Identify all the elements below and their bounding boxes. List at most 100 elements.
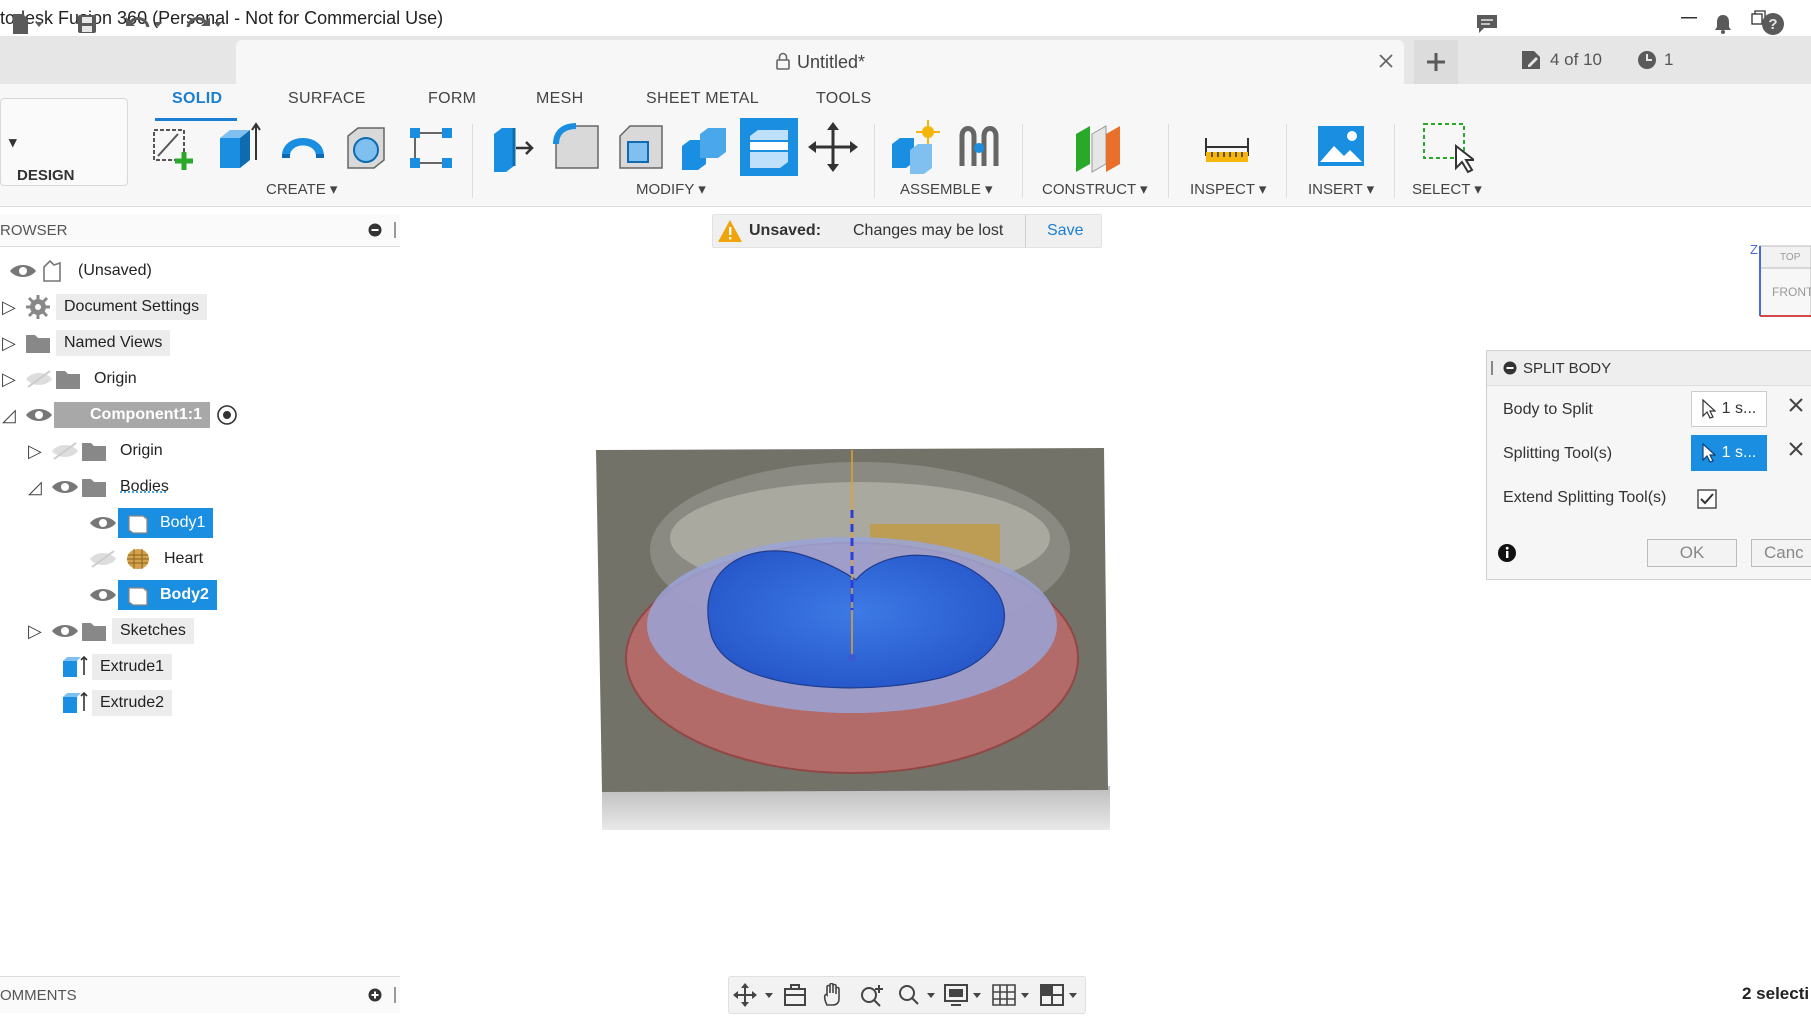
undo-button[interactable] (122, 10, 166, 38)
info-icon[interactable] (1497, 543, 1517, 563)
comments-toggle-button[interactable] (1472, 10, 1502, 38)
tab-mesh[interactable]: MESH (536, 90, 583, 108)
revolve-icon[interactable] (276, 120, 330, 174)
joint-icon[interactable] (952, 120, 1006, 174)
fit-icon[interactable] (897, 983, 937, 1007)
insert-image-icon[interactable] (1314, 120, 1368, 174)
close-tab-button[interactable] (1378, 48, 1394, 76)
eye-icon[interactable] (88, 513, 118, 533)
save-button[interactable] (72, 10, 102, 38)
fillet-icon[interactable] (550, 120, 604, 174)
create-group-menu[interactable]: CREATE ▾ (266, 180, 337, 198)
split-body-icon[interactable] (740, 118, 798, 176)
extrude-icon[interactable] (212, 120, 266, 174)
browser-node-body1[interactable]: Body1 (88, 508, 213, 538)
browser-node-sketches[interactable]: ▷ Sketches (28, 616, 194, 646)
browser-node-component-origin[interactable]: ▷ Origin (28, 436, 171, 466)
file-menu-button[interactable] (6, 10, 50, 38)
expand-icon[interactable]: ▷ (2, 333, 24, 354)
shell-icon[interactable] (340, 120, 394, 174)
offset-plane-icon[interactable] (1070, 120, 1124, 174)
zoom-icon[interactable] (859, 983, 885, 1007)
notifications-button[interactable] (1708, 10, 1738, 38)
eye-hidden-icon[interactable] (50, 441, 80, 461)
panel-resize-handle[interactable] (394, 987, 396, 1003)
extend-splitting-tools-checkbox[interactable] (1697, 489, 1717, 509)
view-cube[interactable]: Z TOP FRONT (1750, 240, 1811, 320)
viewcube-front-label[interactable]: FRONT (1772, 285, 1811, 299)
eye-icon[interactable] (50, 621, 80, 641)
clear-tool-selection-button[interactable] (1789, 439, 1803, 462)
browser-node-body2[interactable]: Body2 (88, 580, 217, 610)
tab-sheet-metal[interactable]: SHEET METAL (646, 90, 759, 108)
press-pull-icon[interactable] (486, 120, 540, 174)
version-indicator[interactable]: 4 of 10 (1520, 46, 1602, 74)
expand-icon[interactable]: ▷ (28, 621, 50, 642)
pan-icon[interactable] (821, 983, 847, 1007)
eye-hidden-icon[interactable] (24, 369, 54, 389)
browser-node-document-settings[interactable]: ▷ Document Settings (2, 292, 207, 322)
eye-icon[interactable] (24, 405, 54, 425)
new-tab-button[interactable] (1414, 40, 1458, 84)
collapse-icon[interactable]: ◿ (2, 405, 24, 426)
viewports-icon[interactable] (1039, 983, 1079, 1007)
browser-node-origin[interactable]: ▷ Origin (2, 364, 145, 394)
collapse-icon[interactable]: ◿ (28, 477, 50, 498)
collapse-panel-icon[interactable] (368, 223, 382, 237)
dialog-drag-handle[interactable] (1491, 361, 1493, 375)
select-group-menu[interactable]: SELECT ▾ (1412, 180, 1482, 198)
create-sketch-icon[interactable] (148, 120, 202, 174)
select-icon[interactable] (1420, 120, 1474, 174)
splitting-tools-selector[interactable]: 1 s... (1691, 435, 1767, 471)
tab-form[interactable]: FORM (428, 90, 476, 108)
inspect-group-menu[interactable]: INSPECT ▾ (1190, 180, 1266, 198)
dialog-collapse-icon[interactable] (1503, 361, 1517, 375)
browser-node-bodies[interactable]: ◿ Bodies (28, 472, 177, 502)
timeline-item-extrude2[interactable]: Extrude2 (60, 688, 172, 718)
eye-icon[interactable] (50, 477, 80, 497)
chamfer-icon[interactable] (614, 120, 668, 174)
eye-icon[interactable] (88, 585, 118, 605)
tab-solid[interactable]: SOLID (172, 90, 222, 108)
eye-hidden-icon[interactable] (88, 549, 118, 569)
tab-surface[interactable]: SURFACE (288, 90, 366, 108)
eye-icon[interactable] (8, 261, 38, 281)
orbit-icon[interactable] (733, 983, 775, 1007)
minimize-button[interactable] (1666, 4, 1712, 32)
pattern-icon[interactable] (404, 120, 458, 174)
browser-node-named-views[interactable]: ▷ Named Views (2, 328, 170, 358)
clear-body-selection-button[interactable] (1789, 395, 1803, 418)
expand-icon[interactable]: ▷ (2, 369, 24, 390)
grid-settings-icon[interactable] (991, 983, 1031, 1007)
new-component-icon[interactable] (888, 120, 942, 174)
expand-icon[interactable]: ▷ (28, 441, 50, 462)
construct-group-menu[interactable]: CONSTRUCT ▾ (1042, 180, 1148, 198)
workspace-switcher[interactable]: DESIGN ▾ (0, 98, 128, 186)
body-to-split-selector[interactable]: 1 s... (1691, 391, 1767, 427)
measure-icon[interactable] (1200, 120, 1254, 174)
browser-node-component[interactable]: ◿ Component1:1 (2, 400, 238, 430)
combine-icon[interactable] (678, 120, 732, 174)
save-link[interactable]: Save (1047, 222, 1083, 240)
cancel-button[interactable]: Canc (1751, 539, 1811, 567)
viewport-3d-model[interactable] (580, 440, 1120, 840)
modify-group-menu[interactable]: MODIFY ▾ (636, 180, 706, 198)
ok-button[interactable]: OK (1647, 539, 1737, 567)
browser-node-heart[interactable]: Heart (88, 544, 211, 574)
expand-panel-icon[interactable] (368, 988, 382, 1002)
document-tab[interactable]: Untitled* (236, 40, 1404, 84)
browser-root-node[interactable]: (Unsaved) (8, 256, 160, 286)
panel-resize-handle[interactable] (394, 222, 396, 238)
expand-icon[interactable]: ▷ (2, 297, 24, 318)
activate-component-icon[interactable] (216, 404, 238, 426)
timeline-item-extrude1[interactable]: Extrude1 (60, 652, 172, 682)
viewcube-top-label[interactable]: TOP (1780, 252, 1801, 263)
job-status-indicator[interactable]: 1 (1636, 46, 1673, 74)
assemble-group-menu[interactable]: ASSEMBLE ▾ (900, 180, 993, 198)
look-at-icon[interactable] (783, 983, 809, 1007)
move-icon[interactable] (806, 120, 860, 174)
display-settings-icon[interactable] (943, 983, 983, 1007)
dialog-header[interactable]: SPLIT BODY (1487, 351, 1811, 386)
tab-tools[interactable]: TOOLS (816, 90, 871, 108)
redo-button[interactable] (182, 10, 226, 38)
